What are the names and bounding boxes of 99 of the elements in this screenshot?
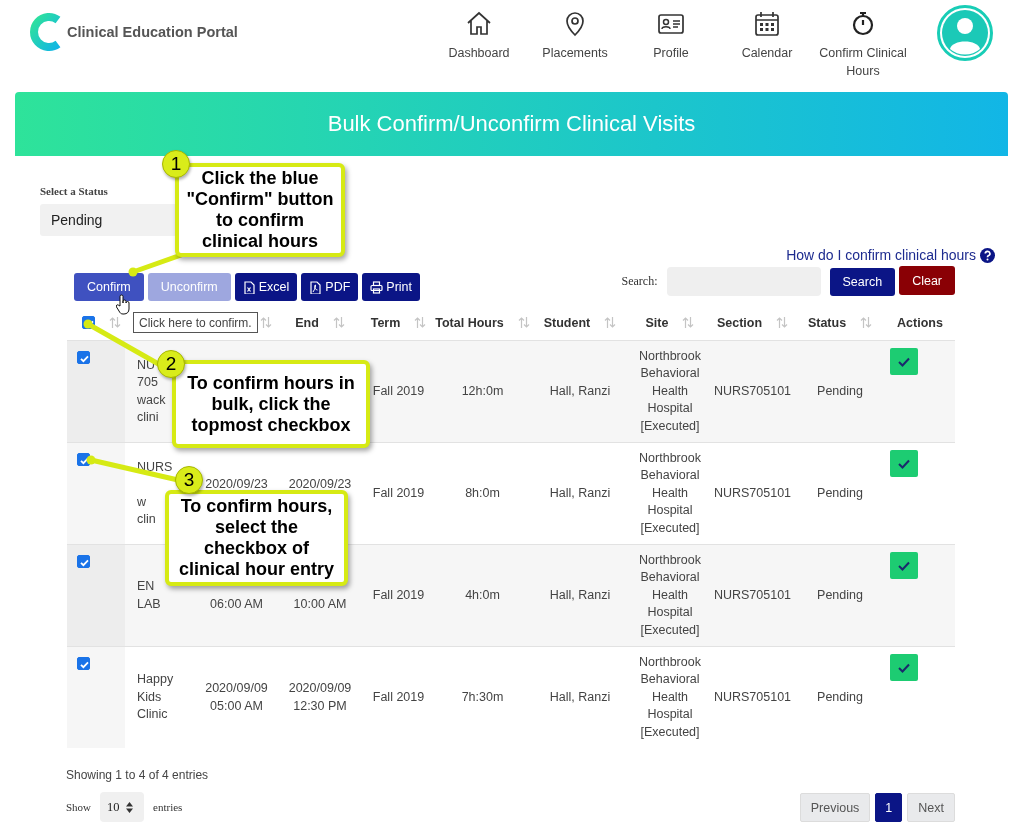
column-header[interactable]: Status [807,315,847,330]
nav-item[interactable]: Dashboard [431,10,527,80]
nav-item[interactable]: Calendar [719,10,815,80]
table-cell-text: Hall, Ranzi [549,688,611,706]
table-cell-text: Northbrook Behavioral Health Hospital [Executed] [639,653,701,741]
clear-button[interactable]: Clear [899,266,955,295]
table-cell-text: Northbrook Behavioral Health Hospital [Executed] [639,551,701,639]
tooltip: Click here to confirm. [133,312,258,333]
column-header[interactable]: Site [645,315,669,330]
table-cell-text: 2020/09/09 [205,680,268,697]
table-cell-text: 4h:0m [465,586,500,604]
sort-icon[interactable] [776,316,789,329]
callout-box: To confirm hours, select the checkbox of clinical hour entry [165,490,348,586]
column-header[interactable]: Term [370,315,401,330]
export-button[interactable]: PDF [301,273,359,301]
check-icon [898,662,910,673]
table-cell-text: Fall 2019 [372,586,425,604]
table-cell-text: 2020/09/23 [288,476,352,493]
logo-text: Clinical Education Portal [67,24,238,40]
page-button[interactable]: Previous [799,793,871,822]
sort-icon[interactable] [109,316,121,329]
sort-icon[interactable] [332,316,345,329]
table-cell-text: NURS705101 [713,586,792,604]
updown-caret-icon [125,801,133,813]
column-header[interactable]: Actions [897,315,943,330]
nav-item[interactable]: Profile [623,10,719,80]
pdf-file-icon [309,280,323,294]
sort-icon[interactable] [517,316,530,329]
table-cell-text: Fall 2019 [372,688,425,706]
page-title: Bulk Confirm/Unconfirm Clinical Visits [327,111,696,137]
field-label: entries [153,801,183,813]
table-cell: 10:00 AM [293,595,347,613]
check-icon [898,458,910,469]
column-header[interactable]: Total Hours [435,315,504,330]
sort-icon[interactable] [414,316,427,329]
checkbox[interactable] [77,555,90,568]
sort-icon[interactable] [604,316,617,329]
table-cell-text: 12h:0m [461,382,504,400]
table-cell-text: NURS705101 [713,484,792,502]
field-label: Show [66,801,92,813]
step-badge: 3 [175,466,203,494]
nav-item[interactable]: Placements [527,10,623,80]
status-select[interactable]: Pending [40,204,177,236]
sort-icon[interactable] [682,316,695,329]
table-cell-text: Pending [817,382,863,400]
sort-icon[interactable] [260,316,272,329]
export-button[interactable]: Print [362,273,420,301]
table-cell-text: Fall 2019 [372,484,425,502]
table-cell-text: Fall 2019 [372,382,425,400]
checkbox[interactable] [77,657,90,670]
calendar-icon [753,10,781,38]
logo-icon [30,12,62,52]
confirm-row-button[interactable] [890,654,918,681]
table-cell: 12:30 PM [293,697,347,715]
table-cell-text: 2020/09/23 [205,476,268,493]
help-link[interactable]: How do I confirm clinical hours [786,247,976,263]
page-button[interactable]: Next [907,793,955,822]
table-cell: 06:00 AM [210,595,263,613]
page-size-select[interactable]: 10 [100,792,145,822]
table-cell-text: Hall, Ranzi [549,484,611,502]
table-cell-text: Pending [817,688,863,706]
confirm-row-button[interactable] [890,348,918,375]
help-icon[interactable] [980,247,995,263]
confirm-button[interactable]: Confirm [74,273,144,301]
printer-icon [370,280,384,294]
column-header[interactable]: End [295,315,319,330]
nav-item[interactable]: Confirm Clinical Hours [815,10,911,80]
home-icon [465,10,493,38]
table-cell-text: Hall, Ranzi [549,382,611,400]
field-label: Search: [621,273,658,289]
check-icon [898,560,910,571]
sort-icon[interactable] [860,316,873,329]
table-cell-text: Pending [817,484,863,502]
column-header[interactable]: Section [716,315,763,330]
export-button[interactable]: Excel [234,273,298,301]
check-icon [898,356,910,367]
entries-info: Showing 1 to 4 of 4 entries [66,768,210,782]
hand-cursor-icon [116,294,131,315]
table-cell-text: Hall, Ranzi [549,586,611,604]
table-cell: Happy Kids Clinic [137,671,174,724]
excel-file-icon [242,280,256,294]
table-cell-text: 7h:30m [461,688,504,706]
search-button[interactable]: Search [829,268,896,296]
table-cell: 05:00 AM [210,697,263,715]
table-cell: EN LAB [137,578,161,613]
table-cell-text: Pending [817,586,863,604]
field-label: Select a Status [40,185,109,198]
checkbox[interactable] [77,351,90,364]
confirm-row-button[interactable] [890,552,918,579]
table-cell-text: 2020/09/09 [288,680,352,697]
page-button[interactable]: 1 [875,793,903,822]
confirm-row-button[interactable] [890,450,918,477]
table-cell-text: 8h:0m [465,484,500,502]
table-cell-text: NURS705101 [713,688,792,706]
column-header[interactable]: Student [543,315,591,330]
avatar-icon[interactable] [937,5,993,61]
table-cell-text: Northbrook Behavioral Health Hospital [Executed] [639,347,701,435]
table-cell-text: NURS705101 [713,382,792,400]
table-cell-text: Northbrook Behavioral Health Hospital [Executed] [639,449,701,537]
